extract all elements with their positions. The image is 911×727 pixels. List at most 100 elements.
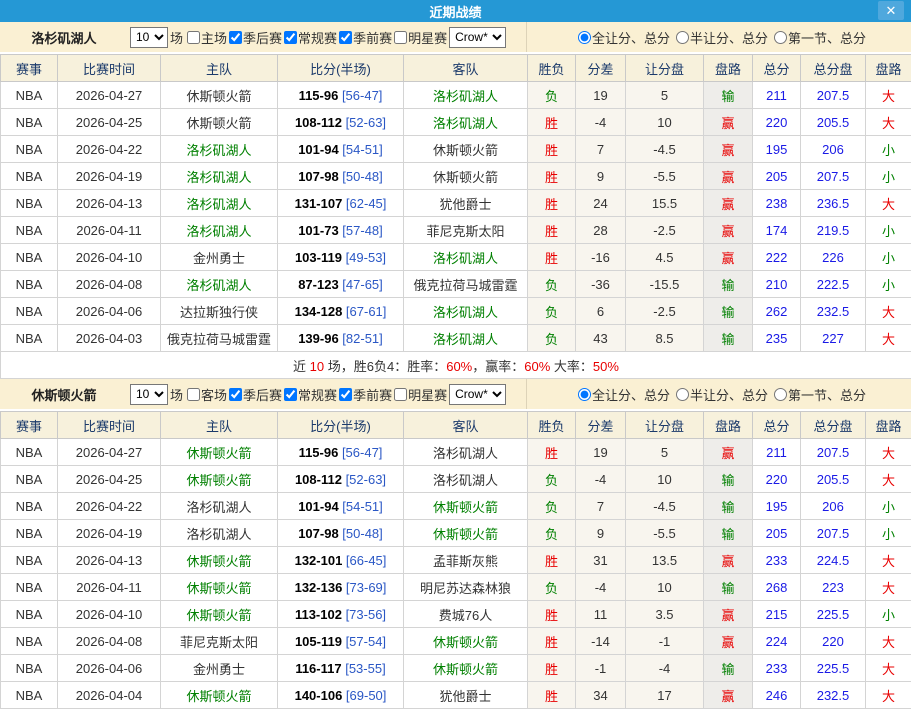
checkbox-input[interactable] [394, 388, 407, 401]
filter-radio[interactable]: 第一节、总分 [768, 28, 866, 47]
win-loss-cell: 胜 [528, 601, 576, 628]
handicap-result-cell: 赢 [704, 547, 753, 574]
league-cell: NBA [1, 244, 58, 271]
date-cell: 2026-04-08 [58, 628, 161, 655]
radio-input[interactable] [774, 31, 787, 44]
point-diff-cell: -4 [576, 466, 626, 493]
win-loss-cell: 胜 [528, 190, 576, 217]
date-cell: 2026-04-06 [58, 655, 161, 682]
checkbox-input[interactable] [229, 31, 242, 44]
home-team-cell: 休斯顿火箭 [161, 574, 278, 601]
score-cell: 132-101 [66-45] [278, 547, 404, 574]
away-team-cell: 休斯顿火箭 [404, 163, 528, 190]
radio-group: 全让分、总分半让分、总分第一节、总分 [527, 379, 911, 409]
filter-checkbox[interactable]: 季后赛 [227, 385, 282, 404]
checkbox-input[interactable] [394, 31, 407, 44]
over-under-cell: 大 [866, 628, 911, 655]
radio-input[interactable] [676, 388, 689, 401]
table-row: NBA2026-04-06达拉斯独行侠134-128 [67-61]洛杉矶湖人负… [1, 298, 911, 325]
total-points-cell: 211 [753, 82, 801, 109]
team-name: 洛杉矶湖人 [0, 28, 128, 47]
filter-checkbox[interactable]: 明星赛 [392, 28, 447, 47]
home-team-cell: 休斯顿火箭 [161, 682, 278, 709]
radio-label: 全让分、总分 [592, 28, 670, 47]
checkbox-label: 常规赛 [298, 385, 337, 404]
date-cell: 2026-04-25 [58, 466, 161, 493]
home-team-cell: 洛杉矶湖人 [161, 493, 278, 520]
table-row: NBA2026-04-19洛杉矶湖人107-98 [50-48]休斯顿火箭负9-… [1, 520, 911, 547]
table-row: NBA2026-04-25休斯顿火箭108-112 [52-63]洛杉矶湖人负-… [1, 466, 911, 493]
games-count-select[interactable]: 10 [130, 384, 168, 405]
summary-segment: 场，胜6负4：胜率： [324, 359, 446, 374]
summary-segment: 大率： [550, 359, 593, 374]
checkbox-input[interactable] [187, 31, 200, 44]
filter-checkbox[interactable]: 季前赛 [337, 28, 392, 47]
team-name: 休斯顿火箭 [0, 385, 128, 404]
league-cell: NBA [1, 190, 58, 217]
checkbox-input[interactable] [339, 31, 352, 44]
total-points-cell: 220 [753, 109, 801, 136]
filter-checkbox[interactable]: 客场 [185, 385, 227, 404]
league-cell: NBA [1, 325, 58, 352]
filter-radio[interactable]: 第一节、总分 [768, 385, 866, 404]
date-cell: 2026-04-13 [58, 547, 161, 574]
checkbox-label: 明星赛 [408, 28, 447, 47]
win-loss-cell: 胜 [528, 628, 576, 655]
away-team-cell: 休斯顿火箭 [404, 136, 528, 163]
filter-checkbox[interactable]: 常规赛 [282, 385, 337, 404]
point-diff-cell: 7 [576, 136, 626, 163]
filter-radio[interactable]: 半让分、总分 [670, 28, 768, 47]
checkbox-input[interactable] [284, 31, 297, 44]
filter-checkbox[interactable]: 季后赛 [227, 28, 282, 47]
checkbox-input[interactable] [229, 388, 242, 401]
half-score: [82-51] [339, 331, 383, 346]
checkbox-group: 主场季后赛常规赛季前赛明星赛 [185, 28, 447, 47]
column-header: 赛事 [1, 55, 58, 82]
league-cell: NBA [1, 601, 58, 628]
over-under-cell: 大 [866, 547, 911, 574]
away-team-cell: 明尼苏达森林狼 [404, 574, 528, 601]
checkbox-input[interactable] [284, 388, 297, 401]
filter-checkbox[interactable]: 明星赛 [392, 385, 447, 404]
league-cell: NBA [1, 466, 58, 493]
filter-checkbox[interactable]: 常规赛 [282, 28, 337, 47]
filter-radio[interactable]: 半让分、总分 [670, 385, 768, 404]
radio-input[interactable] [578, 31, 591, 44]
filter-radio[interactable]: 全让分、总分 [572, 385, 670, 404]
over-under-cell: 小 [866, 493, 911, 520]
radio-input[interactable] [676, 31, 689, 44]
checkbox-input[interactable] [339, 388, 352, 401]
radio-input[interactable] [774, 388, 787, 401]
win-loss-cell: 负 [528, 493, 576, 520]
point-diff-cell: -14 [576, 628, 626, 655]
checkbox-input[interactable] [187, 388, 200, 401]
point-diff-cell: 34 [576, 682, 626, 709]
filter-checkbox[interactable]: 主场 [185, 28, 227, 47]
handicap-line-cell: -5.5 [626, 163, 704, 190]
win-loss-cell: 胜 [528, 217, 576, 244]
over-under-cell: 小 [866, 217, 911, 244]
win-loss-cell: 胜 [528, 136, 576, 163]
over-under-cell: 大 [866, 655, 911, 682]
radio-input[interactable] [578, 388, 591, 401]
checkbox-label: 主场 [201, 28, 227, 47]
filter-radio[interactable]: 全让分、总分 [572, 28, 670, 47]
type-select[interactable]: Crow* [449, 384, 506, 405]
over-under-cell: 大 [866, 439, 911, 466]
final-score: 113-102 [295, 607, 342, 622]
half-score: [57-48] [339, 223, 383, 238]
filter-checkbox[interactable]: 季前赛 [337, 385, 392, 404]
total-line-cell: 207.5 [801, 163, 866, 190]
games-count-select[interactable]: 10 [130, 27, 168, 48]
point-diff-cell: 19 [576, 82, 626, 109]
handicap-line-cell: 10 [626, 466, 704, 493]
type-select[interactable]: Crow* [449, 27, 506, 48]
total-line-cell: 225.5 [801, 601, 866, 628]
date-cell: 2026-04-04 [58, 682, 161, 709]
column-header: 分差 [576, 412, 626, 439]
close-icon[interactable]: ✕ [878, 1, 904, 20]
results-table: 赛事比赛时间主队比分(半场)客队胜负分差让分盘盘路总分总分盘盘路 NBA2026… [0, 54, 911, 379]
home-team-cell: 金州勇士 [161, 655, 278, 682]
table-row: NBA2026-04-03俄克拉荷马城雷霆139-96 [82-51]洛杉矶湖人… [1, 325, 911, 352]
total-points-cell: 195 [753, 493, 801, 520]
